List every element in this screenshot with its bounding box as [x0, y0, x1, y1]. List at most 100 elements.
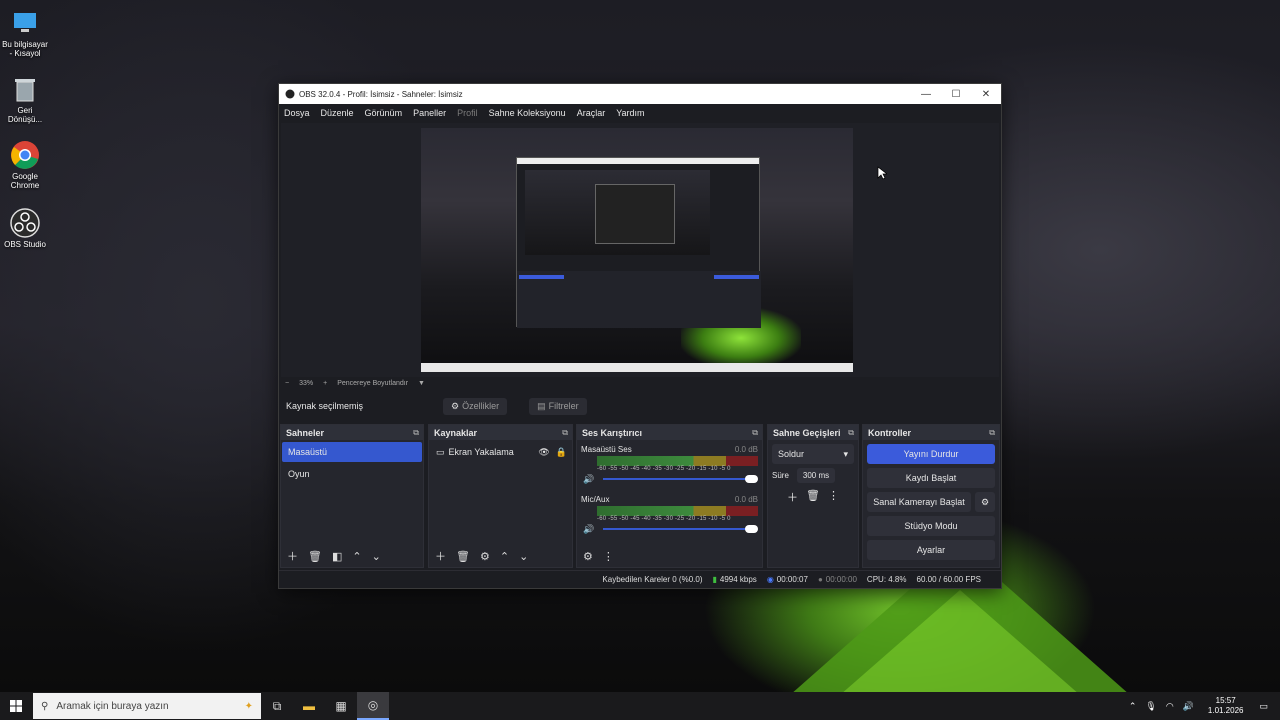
menu-tools[interactable]: Araçlar	[577, 108, 606, 118]
start-button[interactable]	[0, 692, 32, 720]
virtual-camera-settings-icon[interactable]: ⚙	[975, 492, 995, 512]
gear-icon[interactable]: ⚙	[480, 550, 490, 563]
scene-item[interactable]: Masaüstü	[282, 442, 422, 462]
program-preview[interactable]	[421, 128, 853, 372]
notification-icon[interactable]: ▭	[1259, 701, 1268, 712]
filters-button[interactable]: ▤ Filtreler	[529, 397, 587, 415]
dropped-frames: Kaybedilen Kareler 0 (%0.0)	[602, 575, 703, 584]
source-item[interactable]: ▭ Ekran Yakalama 👁 🔒	[430, 442, 571, 462]
transition-select[interactable]: Soldur ▾	[772, 444, 854, 464]
menu-file[interactable]: Dosya	[284, 108, 310, 118]
minimize-button[interactable]: —	[911, 89, 941, 100]
virtual-camera-button[interactable]: Sanal Kamerayı Başlat	[867, 492, 971, 512]
mixer-channel: Mic/Aux 0.0 dB -60 -55 -50 -45 -40 -35 -3…	[577, 490, 762, 536]
volume-slider[interactable]: 🔊	[583, 524, 758, 534]
undock-icon[interactable]: ⧉	[989, 428, 995, 438]
gear-icon: ⚙	[451, 400, 460, 411]
undock-icon[interactable]: ⧉	[752, 428, 758, 438]
preview-area[interactable]	[281, 123, 999, 377]
settings-button[interactable]: Ayarlar	[867, 540, 995, 560]
menu-profile[interactable]: Profil	[457, 108, 478, 118]
move-up-icon[interactable]: ⌃	[500, 550, 509, 563]
clock[interactable]: 15:57 1.01.2026	[1208, 696, 1244, 716]
desktop-icon-obs[interactable]: OBS Studio	[0, 208, 50, 249]
speaker-icon[interactable]: 🔊	[583, 524, 594, 535]
chevron-up-icon[interactable]: ⌃	[1129, 701, 1137, 712]
source-status: Kaynak seçilmemiş	[286, 401, 364, 411]
speaker-icon[interactable]: 🔊	[583, 474, 594, 485]
add-icon[interactable]: ＋	[287, 548, 298, 564]
obs-window: OBS 32.0.4 - Profil: İsimsiz - Sahneler:…	[278, 83, 1002, 589]
desktop-icon-label: OBS Studio	[4, 240, 46, 249]
undock-icon[interactable]: ⧉	[413, 428, 419, 438]
obs-taskbar-icon[interactable]: ◎	[357, 692, 389, 720]
close-button[interactable]: ✕	[971, 89, 1001, 100]
file-explorer-icon[interactable]: ▬	[293, 692, 325, 720]
duration-input[interactable]: 300 ms	[796, 468, 836, 483]
move-up-icon[interactable]: ⌃	[352, 550, 361, 563]
desktop-icon-recycle-bin[interactable]: Geri Dönüşü...	[0, 74, 50, 124]
move-down-icon[interactable]: ⌄	[519, 550, 528, 563]
clock-time: 15:57	[1215, 696, 1236, 705]
more-options-icon[interactable]: ⋮	[828, 489, 839, 505]
volume-icon[interactable]: 🔊	[1183, 701, 1194, 712]
taskbar-search[interactable]: ⚲ Aramak için buraya yazın ✦	[33, 693, 261, 719]
network-icon[interactable]: ◠	[1166, 701, 1174, 712]
zoom-dropdown-icon[interactable]: ▼	[418, 380, 425, 387]
properties-button[interactable]: ⚙ Özellikler	[443, 397, 508, 415]
move-down-icon[interactable]: ⌄	[372, 550, 381, 563]
desktop-icon-label: Geri Dönüşü...	[7, 106, 43, 124]
advanced-audio-icon[interactable]: ⚙	[583, 550, 593, 563]
menu-edit[interactable]: Düzenle	[321, 108, 354, 118]
lock-icon[interactable]: 🔒	[556, 447, 567, 458]
record-icon: ●	[817, 575, 823, 584]
zoom-in-button[interactable]: +	[323, 380, 327, 387]
trash-icon[interactable]: 🗑	[456, 550, 470, 563]
add-icon[interactable]: ＋	[435, 548, 446, 564]
fit-to-window-button[interactable]: Pencereye Boyutlandır	[337, 380, 408, 387]
channel-db: 0.0 dB	[734, 495, 758, 504]
signal-icon: ▮	[712, 575, 717, 584]
menu-bar: Dosya Düzenle Görünüm Paneller Profil Sa…	[279, 104, 1001, 122]
window-title: OBS 32.0.4 - Profil: İsimsiz - Sahneler:…	[299, 89, 463, 99]
add-icon[interactable]: ＋	[787, 489, 798, 505]
search-placeholder: Aramak için buraya yazın	[56, 700, 169, 712]
stop-stream-button[interactable]: Yayını Durdur	[867, 444, 995, 464]
transitions-dock: Sahne Geçişleri ⧉ Soldur ▾ Süre 300 ms ＋ 🗑…	[767, 424, 859, 568]
meter-ticks: -60 -55 -50 -45 -40 -35 -30 -25 -20 -15 …	[597, 466, 731, 472]
eye-icon[interactable]: 👁	[538, 447, 549, 458]
microphone-icon[interactable]: 🎙	[1145, 701, 1156, 712]
windows-icon	[10, 700, 22, 712]
menu-scene-collection[interactable]: Sahne Koleksiyonu	[489, 108, 566, 118]
source-toolbar: Kaynak seçilmemiş ⚙ Özellikler ▤ Filtrel…	[281, 393, 999, 419]
dock-title: Kaynaklar	[434, 427, 478, 438]
start-recording-button[interactable]: Kaydı Başlat	[867, 468, 995, 488]
record-time: 00:00:00	[825, 575, 857, 584]
trash-icon[interactable]: 🗑	[308, 550, 322, 563]
zoom-out-button[interactable]: −	[285, 380, 289, 387]
desktop-icon-label: Bu bilgisayar - Kısayol	[2, 40, 48, 58]
menu-view[interactable]: Görünüm	[365, 108, 403, 118]
clock-date: 1.01.2026	[1207, 706, 1244, 715]
desktop-icon-this-pc[interactable]: Bu bilgisayar - Kısayol	[0, 8, 50, 58]
obs-icon	[10, 208, 40, 238]
maximize-button[interactable]: ☐	[941, 89, 971, 100]
dock-title: Sahneler	[286, 427, 325, 438]
zoom-value: 33%	[299, 380, 314, 387]
undock-icon[interactable]: ⧉	[562, 428, 568, 438]
volume-slider[interactable]: 🔊	[583, 474, 758, 484]
desktop-icon-chrome[interactable]: Google Chrome	[0, 140, 50, 190]
undock-icon[interactable]: ⧉	[848, 428, 854, 438]
dock-title: Sahne Geçişleri	[773, 427, 841, 438]
menu-help[interactable]: Yardım	[616, 108, 644, 118]
scene-item[interactable]: Oyun	[282, 464, 422, 484]
title-bar[interactable]: OBS 32.0.4 - Profil: İsimsiz - Sahneler:…	[279, 84, 1001, 104]
store-icon[interactable]: ▦	[325, 692, 357, 720]
menu-docks[interactable]: Paneller	[413, 108, 446, 118]
more-options-icon[interactable]: ⋮	[603, 550, 614, 563]
channel-db: 0.0 dB	[734, 445, 758, 454]
scene-filter-icon[interactable]: ◧	[332, 550, 342, 563]
studio-mode-button[interactable]: Stüdyo Modu	[867, 516, 995, 536]
trash-icon[interactable]: 🗑	[806, 489, 820, 505]
task-view-icon[interactable]: ⧉	[261, 692, 293, 720]
